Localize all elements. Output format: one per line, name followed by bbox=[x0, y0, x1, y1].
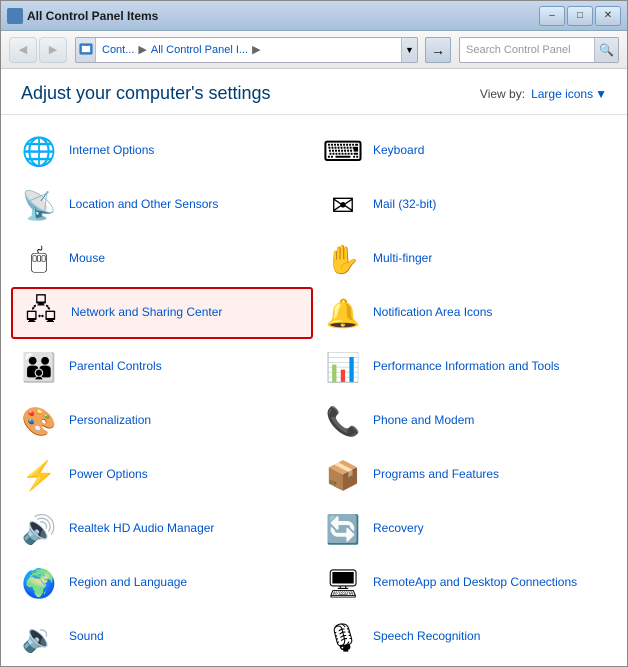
parental-controls-label: Parental Controls bbox=[69, 359, 162, 375]
address-bar-icon bbox=[76, 37, 96, 63]
control-item-mail[interactable]: ✉ Mail (32-bit) bbox=[315, 179, 617, 231]
address-crumb-2[interactable]: All Control Panel I... bbox=[151, 44, 248, 56]
view-by-chevron: ▼ bbox=[595, 87, 607, 101]
address-bar[interactable]: Cont... ▶ All Control Panel I... ▶ ▼ bbox=[75, 37, 418, 63]
search-button[interactable]: 🔍 bbox=[594, 37, 618, 63]
search-input[interactable]: Search Control Panel bbox=[460, 44, 594, 56]
search-bar[interactable]: Search Control Panel 🔍 bbox=[459, 37, 619, 63]
personalization-label: Personalization bbox=[69, 413, 151, 429]
view-by-label: View by: bbox=[480, 87, 525, 101]
main-content: Adjust your computer's settings View by:… bbox=[1, 69, 627, 666]
personalization-icon: 🎨 bbox=[19, 401, 59, 441]
control-item-network-sharing[interactable]: 🖧 Network and Sharing Center bbox=[11, 287, 313, 339]
control-item-multi-finger[interactable]: ✋ Multi-finger bbox=[315, 233, 617, 285]
notification-area-icon: 🔔 bbox=[323, 293, 363, 333]
back-forward-buttons: ◀ ▶ bbox=[9, 37, 67, 63]
realtek-icon: 🔊 bbox=[19, 509, 59, 549]
window-title: All Control Panel Items bbox=[27, 9, 158, 23]
address-dropdown-button[interactable]: ▼ bbox=[401, 37, 417, 63]
title-bar-left: All Control Panel Items bbox=[7, 8, 158, 24]
network-sharing-label: Network and Sharing Center bbox=[71, 305, 222, 321]
control-item-speech-recognition[interactable]: 🎙 Speech Recognition bbox=[315, 611, 617, 663]
page-title: Adjust your computer's settings bbox=[21, 83, 271, 104]
control-item-region-language[interactable]: 🌍 Region and Language bbox=[11, 557, 313, 609]
control-item-mouse[interactable]: 🖱 Mouse bbox=[11, 233, 313, 285]
keyboard-label: Keyboard bbox=[373, 143, 424, 159]
address-text: Cont... ▶ All Control Panel I... ▶ bbox=[96, 43, 401, 56]
control-item-parental-controls[interactable]: 👪 Parental Controls bbox=[11, 341, 313, 393]
maximize-button[interactable]: □ bbox=[567, 6, 593, 26]
programs-features-icon: 📦 bbox=[323, 455, 363, 495]
keyboard-icon: ⌨ bbox=[323, 131, 363, 171]
programs-features-label: Programs and Features bbox=[373, 467, 499, 483]
control-item-internet-options[interactable]: 🌐 Internet Options bbox=[11, 125, 313, 177]
view-by-section: View by: Large icons ▼ bbox=[480, 87, 607, 101]
mouse-icon: 🖱 bbox=[19, 239, 59, 279]
region-language-icon: 🌍 bbox=[19, 563, 59, 603]
performance-icon: 📊 bbox=[323, 347, 363, 387]
region-language-label: Region and Language bbox=[69, 575, 187, 591]
remoteapp-icon: 🖥 bbox=[323, 563, 363, 603]
location-sensors-icon: 📡 bbox=[19, 185, 59, 225]
control-item-sound[interactable]: 🔉 Sound bbox=[11, 611, 313, 663]
sound-label: Sound bbox=[69, 629, 104, 645]
control-item-location-sensors[interactable]: 📡 Location and Other Sensors bbox=[11, 179, 313, 231]
control-item-realtek[interactable]: 🔊 Realtek HD Audio Manager bbox=[11, 503, 313, 555]
multi-finger-label: Multi-finger bbox=[373, 251, 432, 267]
power-options-label: Power Options bbox=[69, 467, 148, 483]
power-options-icon: ⚡ bbox=[19, 455, 59, 495]
internet-options-icon: 🌐 bbox=[19, 131, 59, 171]
view-by-value: Large icons bbox=[531, 87, 593, 101]
control-item-notification-area[interactable]: 🔔 Notification Area Icons bbox=[315, 287, 617, 339]
remoteapp-label: RemoteApp and Desktop Connections bbox=[373, 575, 577, 591]
control-item-phone-modem[interactable]: 📞 Phone and Modem bbox=[315, 395, 617, 447]
control-item-personalization[interactable]: 🎨 Personalization bbox=[11, 395, 313, 447]
view-by-dropdown[interactable]: Large icons ▼ bbox=[531, 87, 607, 101]
main-window: All Control Panel Items – □ ✕ ◀ ▶ Cont..… bbox=[0, 0, 628, 667]
content-header: Adjust your computer's settings View by:… bbox=[1, 69, 627, 115]
control-item-keyboard[interactable]: ⌨ Keyboard bbox=[315, 125, 617, 177]
close-button[interactable]: ✕ bbox=[595, 6, 621, 26]
mouse-label: Mouse bbox=[69, 251, 105, 267]
location-sensors-label: Location and Other Sensors bbox=[69, 197, 218, 213]
address-sep-2: ▶ bbox=[252, 43, 260, 56]
multi-finger-icon: ✋ bbox=[323, 239, 363, 279]
items-container: 🌐 Internet Options ⌨ Keyboard 📡 Location and … bbox=[1, 115, 627, 666]
window-controls: – □ ✕ bbox=[539, 6, 621, 26]
address-sep-1: ▶ bbox=[138, 43, 146, 56]
parental-controls-icon: 👪 bbox=[19, 347, 59, 387]
network-sharing-icon: 🖧 bbox=[21, 293, 61, 333]
control-item-remoteapp[interactable]: 🖥 RemoteApp and Desktop Connections bbox=[315, 557, 617, 609]
control-item-programs-features[interactable]: 📦 Programs and Features bbox=[315, 449, 617, 501]
title-bar: All Control Panel Items – □ ✕ bbox=[1, 1, 627, 31]
speech-recognition-icon: 🎙 bbox=[323, 617, 363, 657]
sound-icon: 🔉 bbox=[19, 617, 59, 657]
window-icon bbox=[7, 8, 23, 24]
address-crumb-1[interactable]: Cont... bbox=[102, 44, 134, 56]
recovery-label: Recovery bbox=[373, 521, 424, 537]
phone-modem-icon: 📞 bbox=[323, 401, 363, 441]
speech-recognition-label: Speech Recognition bbox=[373, 629, 480, 645]
navigation-bar: ◀ ▶ Cont... ▶ All Control Panel I... ▶ ▼… bbox=[1, 31, 627, 69]
phone-modem-label: Phone and Modem bbox=[373, 413, 474, 429]
minimize-button[interactable]: – bbox=[539, 6, 565, 26]
go-button[interactable]: → bbox=[425, 37, 451, 63]
performance-label: Performance Information and Tools bbox=[373, 359, 560, 375]
control-item-sync-center[interactable]: 🔃Sync Center bbox=[11, 665, 313, 666]
control-item-power-options[interactable]: ⚡ Power Options bbox=[11, 449, 313, 501]
realtek-label: Realtek HD Audio Manager bbox=[69, 521, 214, 537]
control-item-system[interactable]: 💻System bbox=[315, 665, 617, 666]
forward-button[interactable]: ▶ bbox=[39, 37, 67, 63]
notification-area-label: Notification Area Icons bbox=[373, 305, 492, 321]
mail-label: Mail (32-bit) bbox=[373, 197, 436, 213]
back-button[interactable]: ◀ bbox=[9, 37, 37, 63]
internet-options-label: Internet Options bbox=[69, 143, 154, 159]
mail-icon: ✉ bbox=[323, 185, 363, 225]
control-item-recovery[interactable]: 🔄 Recovery bbox=[315, 503, 617, 555]
control-item-performance[interactable]: 📊 Performance Information and Tools bbox=[315, 341, 617, 393]
recovery-icon: 🔄 bbox=[323, 509, 363, 549]
items-grid: 🌐 Internet Options ⌨ Keyboard 📡 Location and … bbox=[11, 125, 617, 656]
